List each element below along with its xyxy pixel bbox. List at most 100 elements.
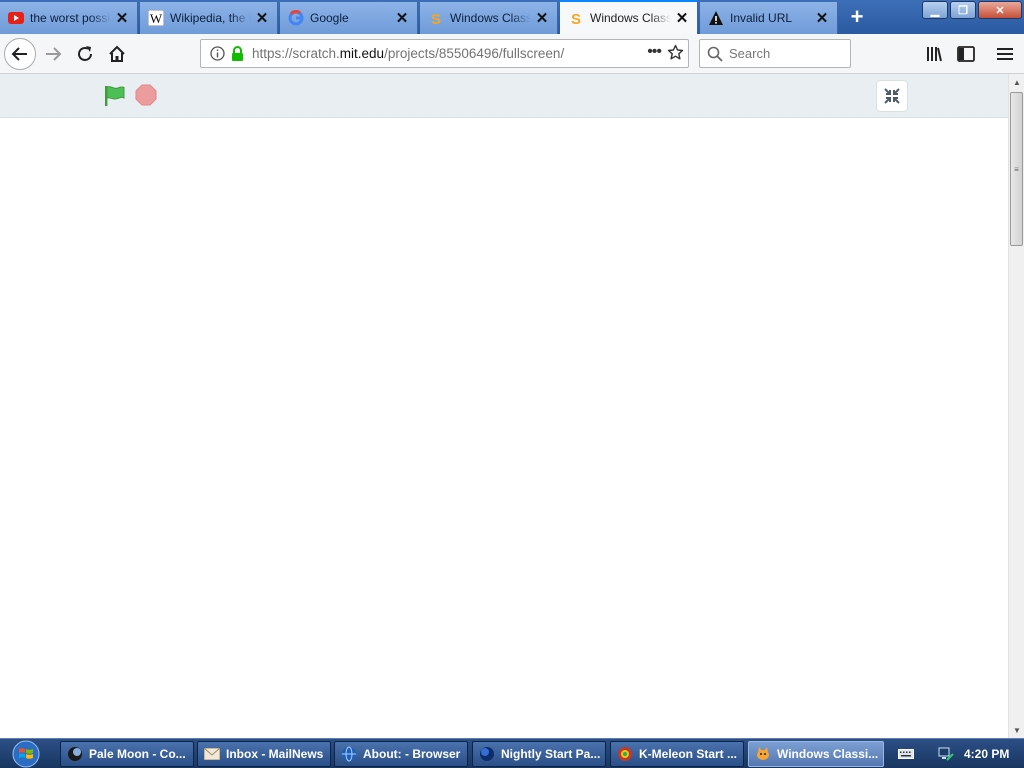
close-icon[interactable]: ✕ bbox=[671, 7, 693, 29]
tab-windows-classic-2[interactable]: S Windows Classic ✕ bbox=[560, 0, 698, 34]
menu-button[interactable] bbox=[990, 39, 1020, 69]
taskbar-item-label: About: - Browser bbox=[363, 747, 461, 761]
scratch-icon: S bbox=[568, 10, 584, 26]
forward-arrow-icon bbox=[46, 47, 62, 61]
green-flag-icon[interactable] bbox=[103, 84, 127, 108]
url-text: https://scratch.mit.edu/projects/8550649… bbox=[252, 46, 564, 61]
forward-button[interactable] bbox=[38, 39, 68, 69]
hamburger-menu-icon bbox=[997, 48, 1013, 60]
unfullscreen-icon bbox=[884, 88, 900, 104]
window-controls: ▁ ❐ ✕ bbox=[922, 1, 1022, 19]
plus-icon: + bbox=[850, 4, 864, 29]
youtube-icon bbox=[8, 10, 24, 26]
system-tray bbox=[890, 739, 954, 768]
minimize-icon: ▁ bbox=[930, 4, 940, 17]
palemoon-icon bbox=[67, 746, 83, 762]
wikipedia-icon: W bbox=[148, 10, 164, 26]
clock[interactable]: 4:20 PM bbox=[964, 747, 1009, 761]
mail-icon bbox=[204, 746, 220, 762]
scrollbar-thumb[interactable]: ≡ bbox=[1010, 92, 1023, 246]
close-icon[interactable]: ✕ bbox=[531, 7, 553, 29]
tab-wikipedia[interactable]: W Wikipedia, the free ✕ bbox=[140, 2, 278, 34]
project-stage[interactable] bbox=[0, 118, 1008, 738]
svg-text:S: S bbox=[571, 11, 581, 26]
taskbar-item-palemoon[interactable]: Pale Moon - Co... bbox=[60, 741, 194, 767]
home-icon bbox=[109, 45, 125, 62]
close-icon: ✕ bbox=[995, 4, 1005, 17]
scratch-cat-icon bbox=[755, 746, 771, 762]
restore-icon: ❐ bbox=[958, 4, 968, 17]
close-icon[interactable]: ✕ bbox=[251, 7, 273, 29]
back-arrow-icon bbox=[11, 47, 27, 61]
taskbar-item-label: K-Meleon Start ... bbox=[639, 747, 738, 761]
tab-youtube[interactable]: the worst possible ✕ bbox=[0, 2, 138, 34]
taskbar-item-label: Pale Moon - Co... bbox=[89, 747, 186, 761]
library-button[interactable] bbox=[919, 39, 949, 69]
tab-google[interactable]: Google ✕ bbox=[280, 2, 418, 34]
search-box[interactable] bbox=[699, 39, 851, 68]
tab-title: Wikipedia, the free bbox=[170, 11, 251, 25]
globe-icon bbox=[341, 746, 357, 762]
sidebar-button[interactable] bbox=[951, 39, 981, 69]
google-icon bbox=[288, 10, 304, 26]
scratch-icon: S bbox=[428, 10, 444, 26]
nightly-icon bbox=[479, 746, 495, 762]
windows-orb-icon bbox=[12, 740, 40, 768]
library-icon bbox=[927, 47, 942, 62]
scroll-up-arrow-icon[interactable]: ▲ bbox=[1009, 74, 1024, 90]
search-input[interactable] bbox=[729, 46, 839, 61]
lock-icon[interactable] bbox=[231, 46, 244, 61]
tab-title: Windows Classic bbox=[590, 11, 671, 25]
tab-title: Invalid URL bbox=[730, 11, 793, 25]
network-icon[interactable] bbox=[938, 746, 954, 762]
warning-icon bbox=[708, 10, 724, 26]
tab-invalid-url[interactable]: Invalid URL ✕ bbox=[700, 2, 838, 34]
stop-sign-icon[interactable] bbox=[135, 84, 157, 106]
close-icon[interactable]: ✕ bbox=[111, 7, 133, 29]
url-path: /projects/85506496/fullscreen/ bbox=[384, 46, 565, 61]
exit-fullscreen-button[interactable] bbox=[876, 80, 908, 112]
tab-strip: the worst possible ✕ W Wikipedia, the fr… bbox=[0, 0, 1024, 34]
taskbar-item-label: Windows Classi... bbox=[777, 747, 879, 761]
start-button[interactable] bbox=[4, 739, 48, 768]
taskbar-item-nightly[interactable]: Nightly Start Pa... bbox=[472, 741, 606, 767]
back-button[interactable] bbox=[4, 38, 36, 70]
close-icon[interactable]: ✕ bbox=[811, 7, 833, 29]
tab-title: Google bbox=[310, 11, 349, 25]
url-prefix: https://scratch. bbox=[252, 46, 340, 61]
new-tab-button[interactable]: + bbox=[843, 4, 871, 30]
svg-text:S: S bbox=[431, 11, 441, 26]
taskbar: Pale Moon - Co... Inbox - MailNews About… bbox=[0, 738, 1024, 768]
info-icon[interactable] bbox=[210, 46, 225, 61]
taskbar-item-windows-classic[interactable]: Windows Classi... bbox=[748, 741, 884, 767]
bookmark-star-icon[interactable] bbox=[667, 44, 684, 61]
restore-button[interactable]: ❐ bbox=[950, 1, 976, 19]
tab-title: the worst possible bbox=[30, 11, 111, 25]
url-actions: ••• bbox=[647, 43, 684, 61]
svg-text:W: W bbox=[150, 11, 163, 26]
tab-windows-classic-1[interactable]: S Windows Classic ✕ bbox=[420, 2, 558, 34]
url-domain: mit.edu bbox=[339, 46, 385, 61]
taskbar-item-kmeleon[interactable]: K-Meleon Start ... bbox=[610, 741, 744, 767]
tab-title: Windows Classic bbox=[450, 11, 531, 25]
page-content bbox=[0, 74, 1008, 738]
reload-icon bbox=[78, 46, 92, 61]
sidebar-icon bbox=[957, 46, 975, 62]
taskbar-item-mailnews[interactable]: Inbox - MailNews bbox=[197, 741, 331, 767]
reload-button[interactable] bbox=[70, 39, 100, 69]
scroll-down-arrow-icon[interactable]: ▼ bbox=[1009, 722, 1024, 738]
search-icon bbox=[707, 46, 723, 62]
url-bar[interactable]: https://scratch.mit.edu/projects/8550649… bbox=[200, 39, 689, 68]
close-window-button[interactable]: ✕ bbox=[978, 1, 1022, 19]
taskbar-item-label: Nightly Start Pa... bbox=[501, 747, 601, 761]
page-actions-icon[interactable]: ••• bbox=[647, 43, 662, 61]
navigation-toolbar: https://scratch.mit.edu/projects/8550649… bbox=[0, 34, 1024, 74]
close-icon[interactable]: ✕ bbox=[391, 7, 413, 29]
home-button[interactable] bbox=[102, 39, 132, 69]
taskbar-item-label: Inbox - MailNews bbox=[226, 747, 324, 761]
vertical-scrollbar[interactable]: ▲ ≡ ▼ bbox=[1008, 74, 1024, 738]
taskbar-item-about-browser[interactable]: About: - Browser bbox=[334, 741, 468, 767]
keyboard-icon[interactable] bbox=[898, 749, 914, 759]
kmeleon-icon bbox=[617, 746, 633, 762]
minimize-button[interactable]: ▁ bbox=[922, 1, 948, 19]
